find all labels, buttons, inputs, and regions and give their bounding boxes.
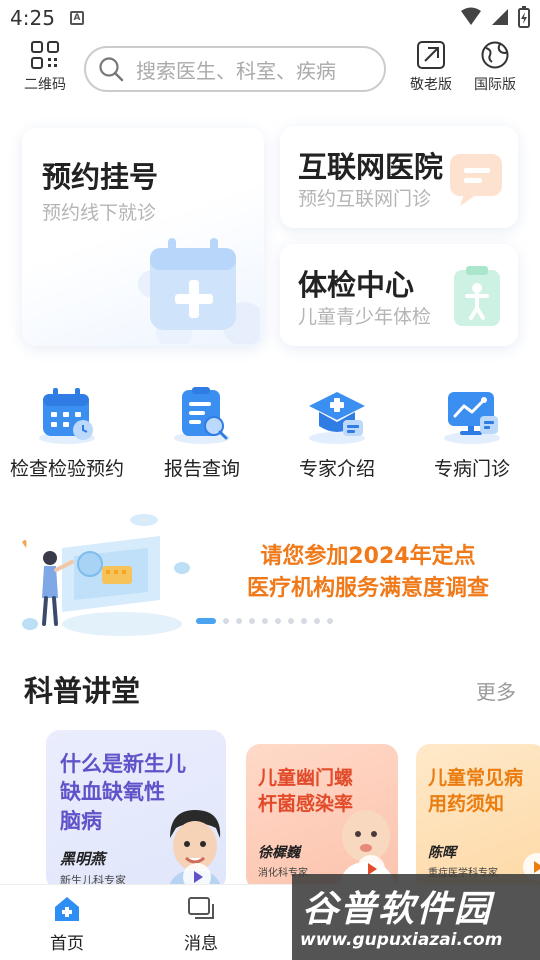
internet-hospital-card[interactable]: 互联网医院 预约互联网门诊 bbox=[280, 126, 518, 228]
top-bar: 二维码 搜索医生、科室、疾病 敬老版 国际版 bbox=[0, 40, 540, 100]
pagination-dot-active[interactable] bbox=[196, 618, 216, 624]
lecture-card[interactable]: 什么是新生儿 缺血缺氧性 脑病 黑明燕 新生儿科专家 bbox=[46, 730, 226, 890]
pagination-dot[interactable] bbox=[327, 618, 333, 624]
watermark-title: 谷普软件园 bbox=[302, 889, 493, 930]
search-input[interactable]: 搜索医生、科室、疾病 bbox=[84, 46, 386, 92]
nav-label: 首页 bbox=[50, 934, 84, 954]
more-link[interactable]: 更多 bbox=[476, 676, 516, 705]
nav-messages[interactable]: 消息 bbox=[156, 895, 246, 954]
pagination-dot[interactable] bbox=[288, 618, 294, 624]
lecture-title-line: 缺血缺氧性 bbox=[60, 780, 165, 805]
lecture-title-line: 儿童常见病 bbox=[428, 767, 524, 789]
checkup-center-card[interactable]: 体检中心 儿童青少年体检 bbox=[280, 244, 518, 346]
status-bar: 4:25 A bbox=[0, 0, 540, 38]
home-icon bbox=[55, 897, 79, 921]
pagination-dot[interactable] bbox=[236, 618, 242, 624]
quick-entry-label: 检查检验预约 bbox=[9, 458, 124, 480]
internet-hospital-title: 互联网医院 bbox=[298, 150, 444, 184]
status-icons bbox=[460, 6, 530, 28]
clipboard-child-icon bbox=[454, 266, 500, 326]
quick-entry-label: 专病门诊 bbox=[433, 458, 510, 480]
lecture-card[interactable]: 儿童幽门螺 杆菌感染率 徐樨巍 消化科专家 bbox=[246, 744, 398, 890]
lecture-title-line: 用药须知 bbox=[428, 792, 505, 815]
appointment-subtitle: 预约线下就诊 bbox=[42, 202, 157, 224]
checkup-subtitle: 儿童青少年体检 bbox=[298, 306, 432, 328]
qr-code-label: 二维码 bbox=[24, 77, 66, 93]
qr-code-button[interactable]: 二维码 bbox=[10, 40, 80, 94]
search-icon bbox=[99, 57, 124, 82]
battery-icon bbox=[518, 6, 530, 28]
quick-entry-label: 报告查询 bbox=[163, 458, 240, 480]
watermark-logo: 谷普软件园 www.gupuxiazai.com bbox=[292, 874, 540, 960]
message-icon bbox=[188, 897, 214, 919]
notification-a-icon: A bbox=[70, 11, 84, 25]
report-search-icon bbox=[174, 387, 230, 444]
status-time: 4:25 bbox=[10, 6, 55, 30]
lecture-doctor-name: 黑明燕 bbox=[60, 850, 106, 868]
appointment-card[interactable]: 预约挂号 预约线下就诊 bbox=[22, 128, 264, 346]
international-button[interactable]: 国际版 bbox=[460, 40, 530, 94]
qr-code-icon bbox=[31, 41, 59, 69]
elder-mode-button[interactable]: 敬老版 bbox=[396, 40, 466, 94]
banner-illustration bbox=[22, 514, 190, 636]
internet-hospital-subtitle: 预约互联网门诊 bbox=[298, 188, 432, 210]
chat-bubble-icon bbox=[450, 154, 502, 206]
watermark-url: www.gupuxiazai.com bbox=[300, 930, 503, 950]
calendar-plus-icon bbox=[138, 238, 260, 344]
expert-cap-icon bbox=[309, 392, 365, 444]
international-label: 国际版 bbox=[474, 77, 516, 93]
nav-home[interactable]: 首页 bbox=[22, 895, 112, 954]
lecture-doctor-name: 徐樨巍 bbox=[258, 845, 300, 861]
elder-mode-label: 敬老版 bbox=[410, 77, 452, 93]
banner-line-1: 请您参加2024年定点 bbox=[260, 544, 476, 569]
quick-entry-label: 专家介绍 bbox=[298, 458, 375, 480]
pagination-dot[interactable] bbox=[223, 618, 229, 624]
signal-icon bbox=[492, 9, 508, 25]
quick-entry-special-clinic[interactable]: 专病门诊 bbox=[407, 384, 537, 481]
lecture-title-line: 什么是新生儿 bbox=[60, 752, 186, 776]
lecture-doctor-name: 陈晖 bbox=[428, 845, 456, 861]
quick-entry-experts[interactable]: 专家介绍 bbox=[272, 384, 402, 481]
banner-line-2: 医疗机构服务满意度调查 bbox=[246, 576, 489, 601]
pagination-dot[interactable] bbox=[249, 618, 255, 624]
quick-entry-report-query[interactable]: 报告查询 bbox=[137, 384, 267, 481]
nav-label: 消息 bbox=[184, 934, 218, 954]
search-placeholder: 搜索医生、科室、疾病 bbox=[136, 58, 336, 83]
checkup-title: 体检中心 bbox=[298, 268, 415, 302]
globe-icon bbox=[481, 41, 509, 69]
lecture-card[interactable]: 儿童常见病 用药须知 陈晖 重症医学科专家 bbox=[416, 744, 540, 890]
quick-entry-exam-booking[interactable]: 检查检验预约 bbox=[2, 384, 132, 481]
pagination-dot[interactable] bbox=[262, 618, 268, 624]
external-link-icon bbox=[417, 41, 445, 69]
pagination-dot[interactable] bbox=[301, 618, 307, 624]
monitor-chart-icon bbox=[444, 392, 500, 444]
pagination-dot[interactable] bbox=[275, 618, 281, 624]
section-title: 科普讲堂 bbox=[24, 674, 141, 708]
pagination-dot[interactable] bbox=[314, 618, 320, 624]
appointment-title: 预约挂号 bbox=[42, 160, 159, 194]
banner-pagination bbox=[196, 618, 333, 624]
lecture-title-line: 儿童幽门螺 bbox=[258, 767, 354, 789]
calendar-icon bbox=[39, 388, 95, 444]
wifi-icon bbox=[461, 7, 481, 25]
